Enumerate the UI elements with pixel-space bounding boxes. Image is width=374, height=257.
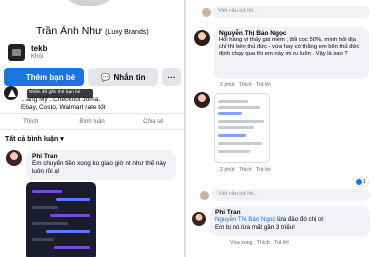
reply-input[interactable]: Viết câu trả lời... — [212, 6, 370, 18]
post-text-line-1: ...ang Mỹ . Checkout Joma, — [21, 96, 101, 103]
avatar[interactable] — [192, 212, 206, 226]
image-reply-actions: 2 phút Thích Trả lời — [220, 167, 271, 173]
comment-bubble: Phi Tran Em chuyển tiền xong ko giao giờ… — [26, 150, 176, 180]
share-action[interactable]: Chia sẻ — [123, 119, 184, 125]
image-reply-reply-link[interactable]: Trả lời — [256, 167, 271, 173]
profile-name: Trần Ánh Như (Luxy Brands) — [36, 25, 149, 37]
reply-author[interactable]: Nguyễn Thị Bảo Ngọc — [219, 30, 364, 37]
add-friend-icon: 👤 — [12, 72, 23, 82]
image-reply-time: 2 phút — [220, 167, 235, 173]
message-button[interactable]: 💬 Nhắn tin — [88, 68, 158, 86]
avatar[interactable] — [194, 30, 210, 46]
profile-name-suffix: (Luxy Brands) — [105, 29, 149, 36]
reply-input-2[interactable]: Viết câu trả lời... — [212, 189, 370, 201]
cursor-pointer-icon — [4, 86, 18, 100]
page-avatar[interactable] — [8, 44, 25, 61]
comment-action[interactable]: Bình luận — [61, 119, 122, 125]
reply2-text-after-mention: lừa đảo đó chị ơi — [277, 216, 324, 223]
reply2-text-line-2: Em bị nó lừa mất gần 3 triệu! — [215, 223, 295, 231]
chevron-down-icon: ▾ — [60, 136, 64, 143]
chat-screenshot-image[interactable] — [26, 182, 96, 257]
reply2-text-line-1: Nguyễn Thị Bảo Ngọc lừa đảo đó chị ơi — [215, 216, 365, 224]
reply-bubble: Nguyễn Thị Bảo Ngọc Hỏi hàng vì thấy giá… — [214, 27, 369, 79]
page-sub: Khói — [31, 54, 44, 60]
reply2-time: Vừa xong — [230, 240, 253, 246]
image-reply-like-link[interactable]: Thích — [239, 167, 252, 173]
avatar[interactable] — [194, 92, 210, 108]
avatar — [200, 191, 209, 200]
post-action-bar: Thích Bình luận Chia sẻ — [0, 113, 184, 130]
reply-reply-link[interactable]: Trả lời — [256, 82, 271, 88]
like-icon — [356, 179, 362, 185]
reply2-like-link[interactable]: Thích — [257, 240, 270, 246]
profile-panel: Trần Ánh Như (Luxy Brands) tekb Khói 👤 T… — [0, 0, 184, 257]
add-friend-button[interactable]: 👤 Thêm bạn bè — [4, 68, 84, 86]
add-friend-label: Thêm bạn bè — [25, 72, 76, 82]
page-name[interactable]: tekb — [31, 44, 47, 53]
comment-sort-label: Tất cả bình luận — [5, 136, 59, 143]
reply2-mention[interactable]: Nguyễn Thị Bảo Ngọc — [215, 216, 275, 223]
reply2-actions: Vừa xong Thích Trả lời — [230, 240, 289, 246]
reply-bubble-2: Phi Tran Nguyễn Thị Bảo Ngọc lừa đảo đó … — [210, 206, 370, 236]
like-action[interactable]: Thích — [0, 119, 61, 125]
reply-actions: 2 phút Thích Trả lời — [220, 82, 271, 88]
post-text-line-2: Ebay, Costo, Walmart rate tốt — [21, 104, 106, 111]
reply-time: 2 phút — [220, 82, 235, 88]
reply2-author[interactable]: Phi Tran — [215, 209, 365, 216]
reaction-count: 1 — [363, 179, 366, 185]
reaction-count-badge[interactable]: 1 — [354, 178, 368, 186]
reply2-reply-link[interactable]: Trả lời — [274, 240, 289, 246]
comments-thread-panel: Viết câu trả lời... Nguyễn Thị Bảo Ngọc … — [186, 0, 374, 257]
message-label: Nhắn tin — [113, 72, 146, 82]
comment-text: Em chuyển tiền xong ko giao giờ nt như t… — [32, 160, 167, 175]
reply-like-link[interactable]: Thích — [239, 82, 252, 88]
comment-sort-dropdown[interactable]: Tất cả bình luận ▾ — [5, 135, 64, 143]
profile-name-text: Trần Ánh Như — [36, 25, 103, 37]
profile-photo[interactable] — [58, 0, 120, 8]
comment-author[interactable]: Phi Tran — [32, 153, 170, 160]
avatar — [202, 8, 211, 17]
avatar[interactable] — [6, 150, 22, 166]
reply-text: Hỏi hàng vì thấy giá mềm , đối cọc 50%, … — [219, 37, 360, 58]
chat-screenshot-image[interactable] — [214, 93, 270, 163]
more-options-button[interactable]: ··· — [162, 68, 181, 86]
messenger-icon: 💬 — [100, 72, 111, 82]
